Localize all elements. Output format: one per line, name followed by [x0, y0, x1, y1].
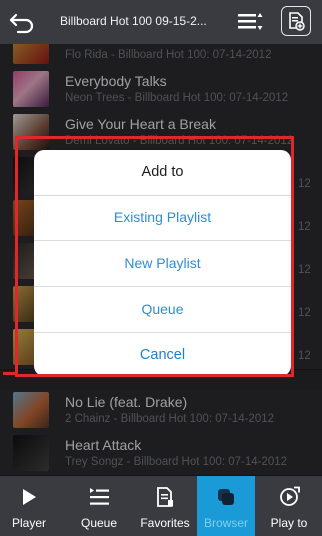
- tab-browser[interactable]: Browser: [197, 476, 255, 536]
- tab-label: Browser: [203, 516, 248, 530]
- play-icon: [23, 489, 36, 505]
- tab-label: Queue: [80, 516, 118, 530]
- favorites-icon: [157, 487, 173, 507]
- highlight-box: [15, 136, 294, 377]
- page-title: Billboard Hot 100 09-15-2...: [60, 14, 207, 28]
- sort-button[interactable]: [236, 8, 266, 36]
- tab-queue[interactable]: Queue: [70, 476, 128, 536]
- back-arrow-icon: [9, 13, 34, 34]
- top-bar: Billboard Hot 100 09-15-2...: [0, 0, 322, 45]
- queue-icon: [90, 488, 109, 505]
- tab-label: Favorites: [140, 516, 190, 530]
- play-to-icon: [280, 486, 300, 506]
- back-button[interactable]: [6, 6, 40, 38]
- highlight-pointer: [3, 372, 17, 375]
- browser-icon: [218, 489, 234, 505]
- tab-play-to[interactable]: Play to: [260, 476, 318, 536]
- tab-player[interactable]: Player: [0, 476, 58, 536]
- tab-label: Play to: [270, 516, 308, 530]
- tab-label: Player: [11, 516, 46, 530]
- sort-icon: [238, 13, 263, 30]
- add-to-playlist-icon: [289, 12, 305, 31]
- add-to-button[interactable]: [281, 6, 311, 36]
- bottom-tab-bar: Player Queue Favorites Browser Play to: [0, 476, 322, 536]
- tab-favorites[interactable]: Favorites: [136, 476, 194, 536]
